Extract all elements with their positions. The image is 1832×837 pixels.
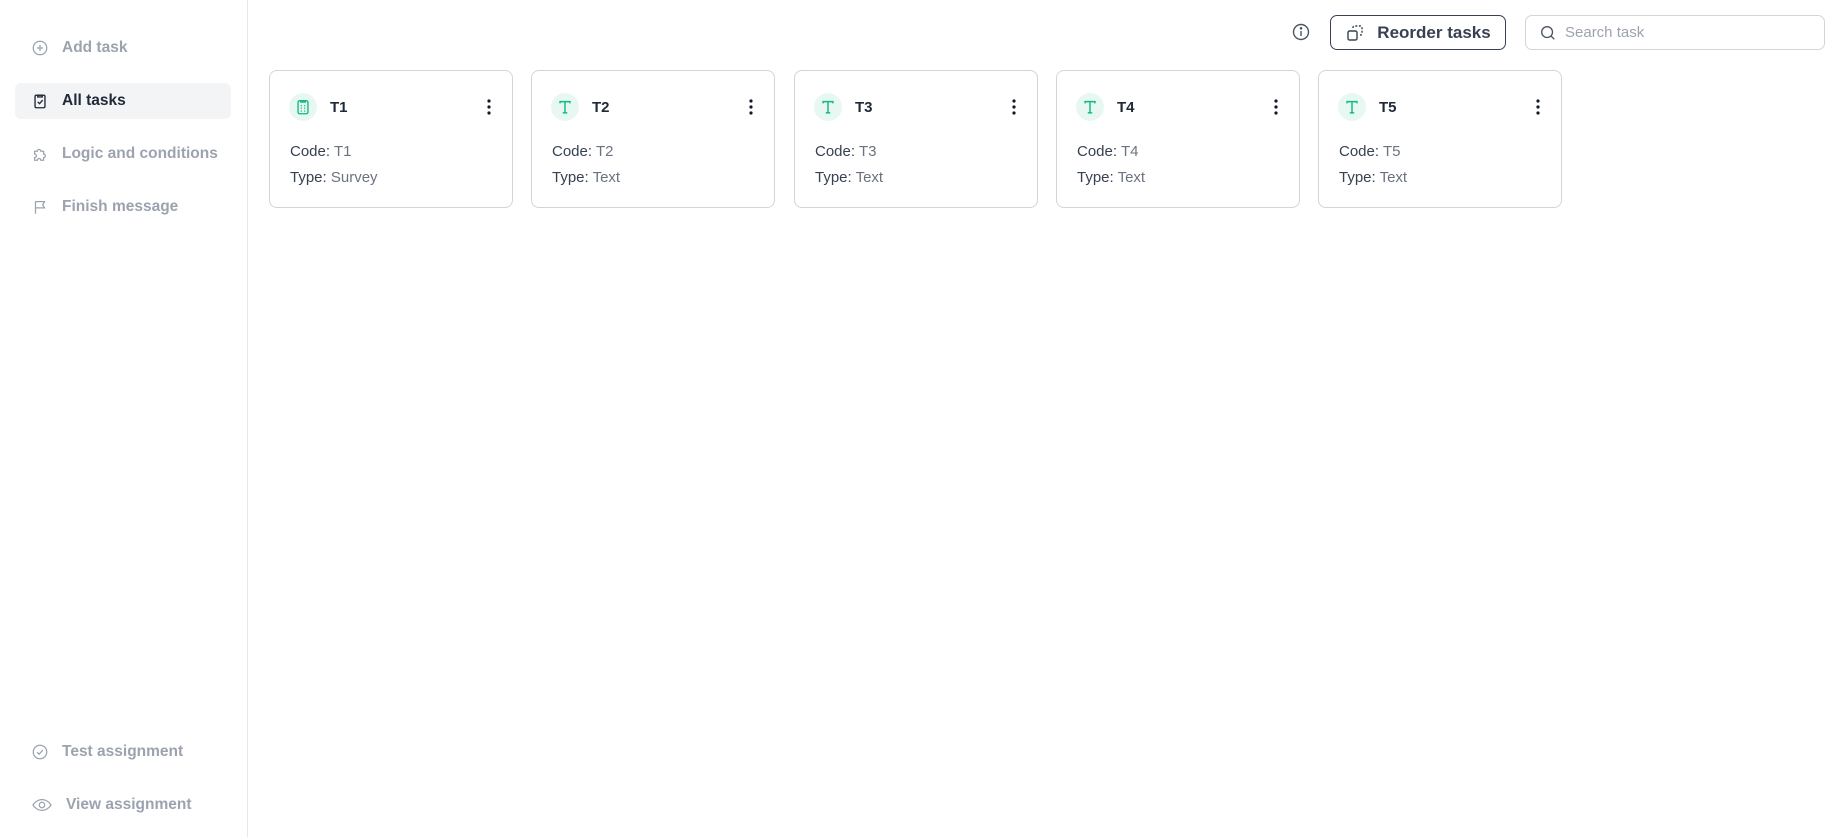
more-options-icon[interactable] <box>484 97 494 117</box>
search-icon <box>1539 24 1557 42</box>
task-code: Code: T1 <box>290 143 352 160</box>
sidebar-item-view-assignment[interactable]: View assignment <box>15 787 231 823</box>
sidebar-item-all-tasks[interactable]: All tasks <box>15 83 231 119</box>
reorder-tasks-label: Reorder tasks <box>1377 22 1491 42</box>
text-icon <box>1338 93 1366 121</box>
sidebar-item-label: Add task <box>62 39 128 56</box>
survey-icon <box>289 93 317 121</box>
task-type: Type: Text <box>1339 169 1408 186</box>
task-type: Type: Text <box>1077 169 1146 186</box>
task-title: T4 <box>1117 99 1135 116</box>
flag-icon <box>30 197 50 217</box>
task-title: T5 <box>1379 99 1397 116</box>
text-icon <box>814 93 842 121</box>
sidebar: Add task All tasks Logic and conditions … <box>0 0 248 837</box>
sidebar-item-label: View assignment <box>66 796 192 813</box>
sidebar-item-label: Test assignment <box>62 743 184 760</box>
sidebar-item-label: Logic and conditions <box>62 145 218 162</box>
more-options-icon[interactable] <box>746 97 756 117</box>
task-type: Type: Text <box>815 169 884 186</box>
sidebar-item-logic-and-conditions[interactable]: Logic and conditions <box>15 136 231 172</box>
task-card-t4[interactable]: T4 Code: T4 Type: Text <box>1056 70 1300 208</box>
text-icon <box>1076 93 1104 121</box>
plus-circle-icon <box>30 38 50 58</box>
check-circle-icon <box>30 742 50 762</box>
sidebar-item-test-assignment[interactable]: Test assignment <box>15 734 231 770</box>
eye-icon <box>30 795 54 815</box>
more-options-icon[interactable] <box>1271 97 1281 117</box>
task-title: T2 <box>592 99 610 116</box>
task-code: Code: T3 <box>815 143 877 160</box>
task-code: Code: T5 <box>1339 143 1401 160</box>
more-options-icon[interactable] <box>1533 97 1543 117</box>
task-title: T3 <box>855 99 873 116</box>
task-card-t2[interactable]: T2 Code: T2 Type: Text <box>531 70 775 208</box>
sidebar-item-label: Finish message <box>62 198 179 215</box>
task-code: Code: T4 <box>1077 143 1139 160</box>
sidebar-item-add-task[interactable]: Add task <box>15 30 231 66</box>
search-input[interactable] <box>1565 24 1805 41</box>
clipboard-check-icon <box>30 91 50 111</box>
task-card-t5[interactable]: T5 Code: T5 Type: Text <box>1318 70 1562 208</box>
task-card-t3[interactable]: T3 Code: T3 Type: Text <box>794 70 1038 208</box>
puzzle-icon <box>30 144 50 164</box>
task-type: Type: Text <box>552 169 621 186</box>
search-box <box>1525 15 1825 50</box>
sidebar-item-finish-message[interactable]: Finish message <box>15 189 231 225</box>
task-card-t1[interactable]: T1 Code: T1 Type: Survey <box>269 70 513 208</box>
more-options-icon[interactable] <box>1009 97 1019 117</box>
reorder-tasks-button[interactable]: Reorder tasks <box>1330 15 1506 50</box>
info-icon[interactable] <box>1291 22 1311 42</box>
sidebar-item-label: All tasks <box>62 92 126 109</box>
task-code: Code: T2 <box>552 143 614 160</box>
reorder-icon <box>1345 23 1365 43</box>
task-title: T1 <box>330 99 348 116</box>
task-type: Type: Survey <box>290 169 378 186</box>
text-icon <box>551 93 579 121</box>
